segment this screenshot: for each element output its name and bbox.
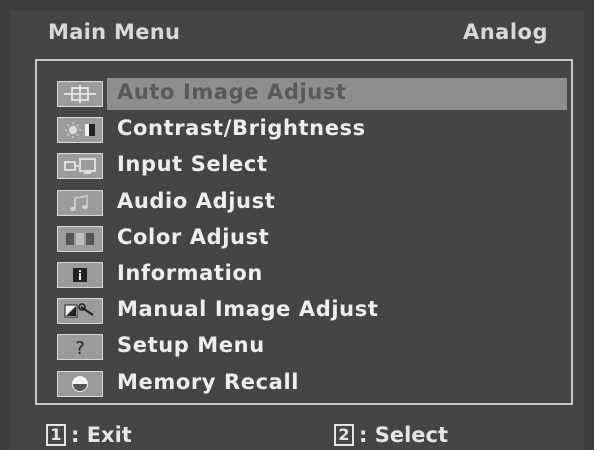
recall-icon bbox=[57, 370, 103, 397]
menu-item-label: Setup Menu bbox=[117, 333, 265, 358]
info-icon bbox=[57, 261, 103, 288]
menu-item-label: Manual Image Adjust bbox=[117, 297, 379, 322]
menu-item-label: Memory Recall bbox=[117, 369, 300, 394]
menu-item-label: Audio Adjust bbox=[117, 188, 276, 213]
menu-item-contrast-brightness[interactable]: Contrast/Brightness bbox=[51, 113, 567, 149]
menu-item-label: Information bbox=[117, 260, 263, 285]
menu-item-label: Color Adjust bbox=[117, 224, 270, 249]
menu-item-color-adjust[interactable]: Color Adjust bbox=[51, 222, 567, 258]
menu-item-information[interactable]: Information bbox=[51, 258, 567, 294]
select-hint: 2 : Select bbox=[334, 423, 448, 447]
exit-hint: 1 : Exit bbox=[46, 423, 132, 447]
menu-item-manual-image-adjust[interactable]: Manual Image Adjust bbox=[51, 294, 567, 330]
menu-item-memory-recall[interactable]: Memory Recall bbox=[51, 367, 567, 403]
menu-item-label: Input Select bbox=[117, 152, 268, 177]
input-source-icon bbox=[57, 153, 103, 180]
menu-item-input-select[interactable]: Input Select bbox=[51, 149, 567, 185]
menu-list: Auto Image Adjust Contrast/Brightness In… bbox=[51, 77, 567, 403]
crosshair-move-icon bbox=[57, 81, 103, 107]
key-1-icon: 1 bbox=[46, 424, 66, 446]
key-2-icon: 2 bbox=[334, 424, 354, 446]
menu-item-setup-menu[interactable]: ? Setup Menu bbox=[51, 330, 567, 366]
image-wrench-icon bbox=[57, 298, 103, 325]
music-note-icon bbox=[57, 189, 103, 216]
svg-text:?: ? bbox=[75, 338, 85, 357]
question-icon: ? bbox=[57, 334, 103, 361]
select-label: : Select bbox=[359, 423, 449, 447]
main-menu-panel: Auto Image Adjust Contrast/Brightness In… bbox=[35, 59, 573, 405]
exit-label: : Exit bbox=[71, 423, 132, 447]
sun-contrast-icon bbox=[57, 117, 103, 144]
menu-item-label: Auto Image Adjust bbox=[117, 80, 347, 104]
menu-item-label: Contrast/Brightness bbox=[117, 116, 366, 141]
menu-item-auto-image-adjust[interactable]: Auto Image Adjust bbox=[51, 77, 567, 113]
color-bars-icon bbox=[57, 225, 103, 252]
input-mode-label: Analog bbox=[462, 20, 548, 44]
menu-title: Main Menu bbox=[48, 20, 181, 44]
menu-item-audio-adjust[interactable]: Audio Adjust bbox=[51, 186, 567, 222]
